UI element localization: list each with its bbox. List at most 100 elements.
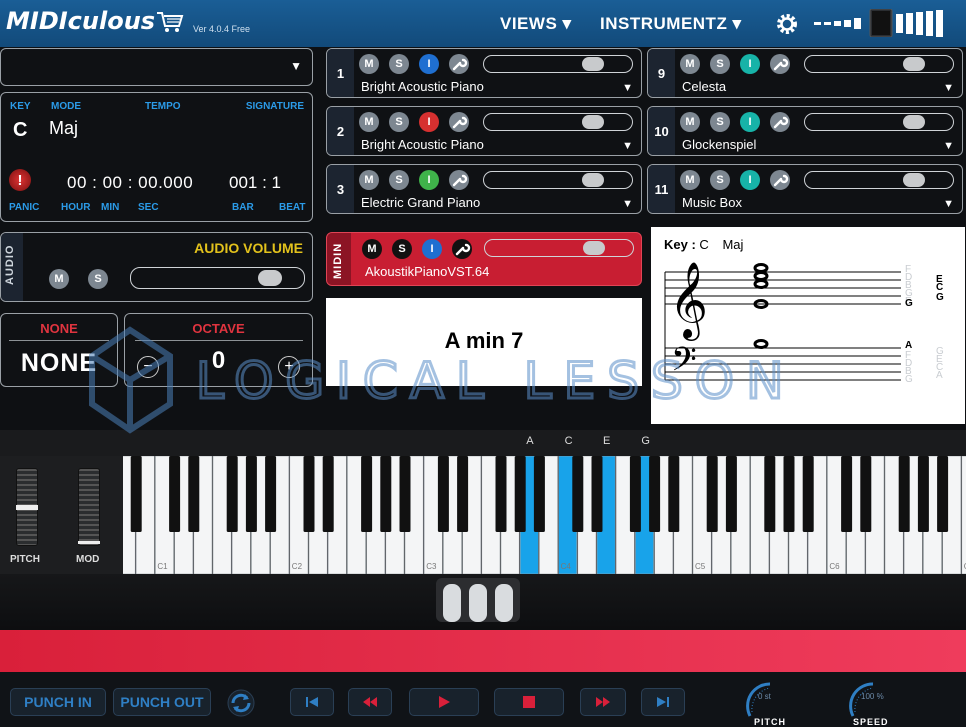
black-key-F#3[interactable] (495, 456, 507, 532)
audio-mute-button[interactable]: M (49, 269, 69, 289)
pitch-wheel[interactable] (16, 468, 38, 546)
cart-icon[interactable] (156, 10, 184, 34)
track-instrument-button[interactable]: I (740, 54, 760, 74)
rewind-icon[interactable] (348, 688, 392, 716)
track-volume-knob[interactable] (903, 173, 925, 187)
black-key-A#5[interactable] (802, 456, 814, 532)
panic-icon[interactable]: ! (9, 169, 31, 191)
punch-in-button[interactable]: PUNCH IN (10, 688, 106, 716)
track-mute-button[interactable]: M (680, 112, 700, 132)
black-key-A#1[interactable] (265, 456, 277, 532)
midin-mute-button[interactable]: M (362, 239, 382, 259)
mod-wheel[interactable] (78, 468, 100, 546)
octave-plus-button[interactable]: + (278, 356, 300, 378)
black-key-D#2[interactable] (322, 456, 334, 532)
black-key-F#4[interactable] (629, 456, 641, 532)
sustain-pedal[interactable] (495, 584, 513, 622)
track-3[interactable]: 3 M S I Electric Grand Piano ▼ (326, 164, 642, 214)
black-key-F#5[interactable] (764, 456, 776, 532)
key-value[interactable]: C (13, 119, 27, 142)
chevron-down-icon[interactable]: ▼ (943, 82, 954, 94)
track-volume-knob[interactable] (582, 173, 604, 187)
black-key-G#1[interactable] (245, 456, 257, 532)
black-key-A#4[interactable] (668, 456, 680, 532)
midin-instrument-button[interactable]: I (422, 239, 442, 259)
track-solo-button[interactable]: S (710, 54, 730, 74)
audio-volume-knob[interactable] (257, 270, 282, 286)
views-menu[interactable]: VIEWS ▾ (500, 14, 572, 34)
track-solo-button[interactable]: S (710, 112, 730, 132)
chevron-down-icon[interactable]: ▼ (622, 198, 633, 210)
black-key-G#4[interactable] (649, 456, 661, 532)
wrench-icon[interactable] (449, 54, 469, 74)
wrench-icon[interactable] (770, 170, 790, 190)
track-volume-knob[interactable] (582, 57, 604, 71)
black-key-G#2[interactable] (380, 456, 392, 532)
black-key-G#5[interactable] (783, 456, 795, 532)
black-key-D#3[interactable] (457, 456, 469, 532)
black-key-F#6[interactable] (898, 456, 910, 532)
midin-solo-button[interactable]: S (392, 239, 412, 259)
track-solo-button[interactable]: S (389, 112, 409, 132)
wrench-icon[interactable] (452, 239, 472, 259)
black-key-F#2[interactable] (361, 456, 373, 532)
chevron-down-icon[interactable]: ▼ (622, 82, 633, 94)
track-volume-slider[interactable] (483, 171, 633, 189)
black-key-C#6[interactable] (841, 456, 853, 532)
track-volume-slider[interactable] (804, 171, 954, 189)
track-9[interactable]: 9 M S I Celesta ▼ (647, 48, 963, 98)
audio-volume-slider[interactable] (130, 267, 305, 289)
black-key-D#5[interactable] (725, 456, 737, 532)
mode-value[interactable]: Maj (49, 118, 78, 139)
black-key-A#2[interactable] (399, 456, 411, 532)
track-volume-knob[interactable] (903, 57, 925, 71)
black-key-D#6[interactable] (860, 456, 872, 532)
white-key-C7[interactable] (961, 456, 966, 574)
chevron-down-icon[interactable]: ▼ (622, 140, 633, 152)
track-instrument-button[interactable]: I (419, 112, 439, 132)
progress-bar[interactable] (0, 630, 966, 672)
track-instrument-button[interactable]: I (419, 170, 439, 190)
chevron-down-icon[interactable]: ▼ (943, 198, 954, 210)
punch-out-button[interactable]: PUNCH OUT (113, 688, 211, 716)
track-volume-knob[interactable] (903, 115, 925, 129)
soft-pedal[interactable] (443, 584, 461, 622)
black-key-D#1[interactable] (188, 456, 200, 532)
song-dropdown[interactable]: ▼ (0, 48, 313, 86)
black-key-A#0[interactable] (130, 456, 142, 532)
wrench-icon[interactable] (449, 170, 469, 190)
track-1[interactable]: 1 M S I Bright Acoustic Piano ▼ (326, 48, 642, 98)
track-instrument-button[interactable]: I (740, 112, 760, 132)
play-icon[interactable] (409, 688, 479, 716)
track-mute-button[interactable]: M (359, 170, 379, 190)
fast-forward-icon[interactable] (580, 688, 626, 716)
master-volume-meter[interactable] (814, 9, 944, 37)
track-2[interactable]: 2 M S I Bright Acoustic Piano ▼ (326, 106, 642, 156)
skip-forward-icon[interactable] (641, 688, 685, 716)
wrench-icon[interactable] (449, 112, 469, 132)
gear-icon[interactable] (775, 12, 799, 36)
audio-solo-button[interactable]: S (88, 269, 108, 289)
track-solo-button[interactable]: S (389, 54, 409, 74)
black-key-D#4[interactable] (591, 456, 603, 532)
track-mute-button[interactable]: M (680, 170, 700, 190)
black-key-C#2[interactable] (303, 456, 315, 532)
black-key-C#5[interactable] (706, 456, 718, 532)
track-volume-knob[interactable] (582, 115, 604, 129)
track-mute-button[interactable]: M (359, 112, 379, 132)
piano-keyboard[interactable]: C1C2C3C4C5C6C7 (123, 456, 966, 574)
black-key-C#4[interactable] (572, 456, 584, 532)
track-instrument-button[interactable]: I (740, 170, 760, 190)
wrench-icon[interactable] (770, 54, 790, 74)
midin-volume-slider[interactable] (484, 239, 634, 257)
stop-icon[interactable] (494, 688, 564, 716)
black-key-G#3[interactable] (514, 456, 526, 532)
loop-icon[interactable] (224, 688, 258, 718)
track-solo-button[interactable]: S (389, 170, 409, 190)
track-instrument-button[interactable]: I (419, 54, 439, 74)
black-key-A#6[interactable] (937, 456, 949, 532)
black-key-A#3[interactable] (533, 456, 545, 532)
track-solo-button[interactable]: S (710, 170, 730, 190)
black-key-F#1[interactable] (226, 456, 238, 532)
none-panel[interactable]: NONE NONE (0, 313, 118, 387)
